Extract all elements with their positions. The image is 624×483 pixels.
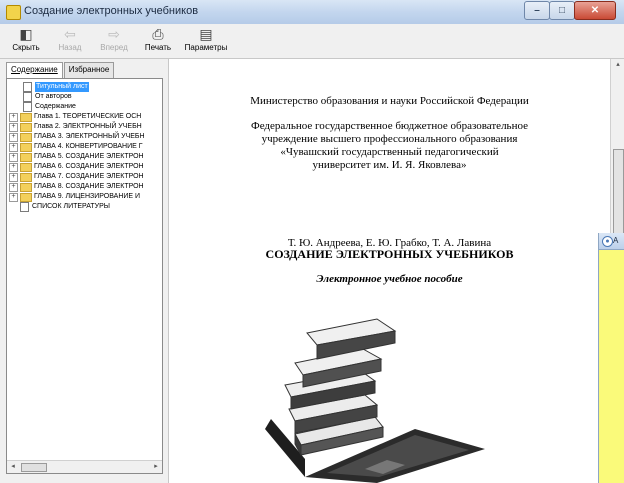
book-subtitle: Электронное учебное пособие [316,273,463,285]
maximize-button[interactable]: □ [549,1,575,20]
background-window-titlebar[interactable]: ● A [599,233,624,250]
tree-item-label: ГЛАВА 6. СОЗДАНИЕ ЭЛЕКТРОН [34,163,144,170]
folder-icon [20,192,32,202]
nav-tabs: Содержание Избранное [6,62,115,78]
tree-item-label: ГЛАВА 9. ЛИЦЕНЗИРОВАНИЕ И [34,193,141,200]
back-arrow-icon: ⇦ [64,26,76,42]
folder-icon [20,172,32,182]
expand-icon[interactable]: + [9,152,18,162]
institution-line: университет им. И. Я. Яковлева» [312,159,467,171]
tree-item[interactable]: СПИСОК ЛИТЕРАТУРЫ [7,202,162,212]
content-pane: Министерство образования и науки Российс… [169,59,610,483]
tree-item-label: ГЛАВА 5. СОЗДАНИЕ ЭЛЕКТРОН [34,153,144,160]
tree-item[interactable]: Титульный лист [7,82,162,92]
options-button[interactable]: ▤ Параметры [180,26,232,52]
tab-contents[interactable]: Содержание [6,62,63,78]
options-label: Параметры [184,43,228,52]
institution-text: Федеральное государственное бюджетное об… [169,120,610,172]
folder-icon [20,132,32,142]
window-controls: – □ ✕ [524,1,616,20]
page-icon [23,82,32,92]
toolbar: ◧ Скрыть ⇦ Назад ⇨ Вперед ⎙ Печать ▤ Пар… [0,24,624,59]
forward-arrow-icon: ⇨ [108,26,120,42]
folder-icon [20,122,32,132]
background-window[interactable]: ● A [598,233,624,483]
tree-item[interactable]: + ГЛАВА 9. ЛИЦЕНЗИРОВАНИЕ И [7,192,162,202]
books-laptop-illustration [265,318,485,483]
institution-line: учреждение высшего профессионального обр… [261,133,518,145]
tree-list: Титульный лист От авторов Содержание + Глава… [7,79,162,212]
tree-item[interactable]: + ГЛАВА 7. СОЗДАНИЕ ЭЛЕКТРОН [7,172,162,182]
tree-item[interactable]: + Глава 2. ЭЛЕКТРОННЫЙ УЧЕБН [7,122,162,132]
tree-item-label: От авторов [35,93,72,100]
expand-icon[interactable]: + [9,172,18,182]
tree-horizontal-scrollbar[interactable]: ◂ ▸ [7,460,162,473]
tree-item[interactable]: От авторов [7,92,162,102]
tab-favorites[interactable]: Избранное [63,62,115,78]
expand-icon[interactable]: + [9,132,18,142]
forward-button[interactable]: ⇨ Вперед [92,26,136,52]
window-title: Создание электронных учебников [24,5,199,17]
print-label: Печать [144,43,172,52]
tree-item[interactable]: + ГЛАВА 3. ЭЛЕКТРОННЫЙ УЧЕБН [7,132,162,142]
folder-icon [20,112,32,122]
scroll-thumb[interactable] [21,463,47,472]
tree-item[interactable]: Содержание [7,102,162,112]
tree-item-label: ГЛАВА 8. СОЗДАНИЕ ЭЛЕКТРОН [34,183,144,190]
page-icon [23,92,32,102]
folder-icon [20,142,32,152]
background-window-title: A [613,236,619,245]
minimize-button[interactable]: – [524,1,550,20]
tree-item[interactable]: + ГЛАВА 5. СОЗДАНИЕ ЭЛЕКТРОН [7,152,162,162]
scroll-up-icon[interactable]: ▴ [613,60,623,72]
page-icon [20,202,29,212]
tree-item[interactable]: + ГЛАВА 6. СОЗДАНИЕ ЭЛЕКТРОН [7,162,162,172]
tree-item-label: СПИСОК ЛИТЕРАТУРЫ [32,203,110,210]
tree-item-label: Глава 1. ТЕОРЕТИЧЕСКИЕ ОСН [34,113,142,120]
tree-item[interactable]: + ГЛАВА 8. СОЗДАНИЕ ЭЛЕКТРОН [7,182,162,192]
tree-item-label: Глава 2. ЭЛЕКТРОННЫЙ УЧЕБН [34,123,142,130]
institution-line: «Чувашский государственный педагогически… [280,146,499,158]
tree-item-label: ГЛАВА 7. СОЗДАНИЕ ЭЛЕКТРОН [34,173,144,180]
folder-icon [20,152,32,162]
folder-icon [20,162,32,172]
printer-icon: ⎙ [152,26,164,42]
contents-tree: Титульный лист От авторов Содержание + Глава… [6,78,163,474]
ministry-text: Министерство образования и науки Российс… [250,95,529,107]
book-title: СОЗДАНИЕ ЭЛЕКТРОННЫХ УЧЕБНИКОВ [265,247,514,261]
hide-pane-icon: ◧ [19,26,33,42]
tree-item-label: ГЛАВА 4. КОНВЕРТИРОВАНИЕ Г [34,143,143,150]
forward-label: Вперед [100,43,128,52]
hide-label: Скрыть [12,43,40,52]
expand-icon[interactable]: + [9,142,18,152]
page-icon [23,102,32,112]
expand-icon[interactable]: + [9,122,18,132]
scroll-right-icon[interactable]: ▸ [151,462,161,472]
folder-icon [20,182,32,192]
institution-line: Федеральное государственное бюджетное об… [251,120,528,132]
options-icon: ▤ [199,26,213,42]
window-app-icon: ● [602,236,613,247]
navigation-pane: Содержание Избранное Титульный лист От ав… [0,59,169,483]
close-button[interactable]: ✕ [574,1,616,20]
expand-icon[interactable]: + [9,182,18,192]
expand-icon[interactable]: + [9,192,18,202]
print-button[interactable]: ⎙ Печать [136,26,180,52]
expand-icon[interactable]: + [9,112,18,122]
tree-item[interactable]: + Глава 1. ТЕОРЕТИЧЕСКИЕ ОСН [7,112,162,122]
hide-button[interactable]: ◧ Скрыть [4,26,48,52]
expand-icon[interactable]: + [9,162,18,172]
tree-item-label: ГЛАВА 3. ЭЛЕКТРОННЫЙ УЧЕБН [34,133,145,140]
back-button[interactable]: ⇦ Назад [48,26,92,52]
scroll-left-icon[interactable]: ◂ [8,462,18,472]
back-label: Назад [58,43,82,52]
help-app-icon [6,5,21,20]
title-bar: Создание электронных учебников – □ ✕ [0,0,624,25]
tree-item-label: Содержание [35,103,76,110]
tree-item-label: Титульный лист [35,82,89,92]
tree-item[interactable]: + ГЛАВА 4. КОНВЕРТИРОВАНИЕ Г [7,142,162,152]
